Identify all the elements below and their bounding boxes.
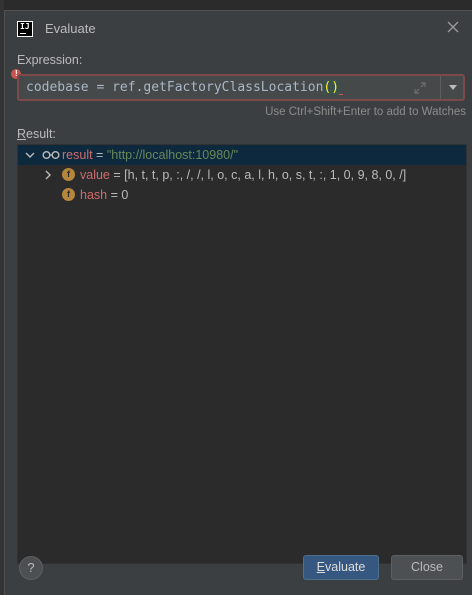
result-name: result xyxy=(62,148,93,162)
value-value: [h, t, t, p, :, /, /, l, o, c, a, l, h, … xyxy=(124,168,407,182)
result-operator: = xyxy=(92,148,107,162)
hash-name: hash xyxy=(80,188,108,202)
result-tree[interactable]: result = "http://localhost:10980/" f val… xyxy=(17,144,467,564)
field-icon: f xyxy=(62,188,75,201)
history-dropdown-icon[interactable] xyxy=(449,85,457,90)
chevron-down-icon[interactable] xyxy=(24,149,36,161)
close-icon[interactable] xyxy=(444,18,462,36)
expression-value: codebase = ref.getFactoryClassLocation xyxy=(26,80,324,95)
dialog-title: Evaluate xyxy=(45,21,96,36)
watches-hint: Use Ctrl+Shift+Enter to add to Watches xyxy=(265,106,466,118)
value-name: value xyxy=(80,168,110,182)
intellij-app-icon: IJ xyxy=(17,21,33,37)
expression-text[interactable]: codebase = ref.getFactoryClassLocation() xyxy=(26,80,344,95)
expression-parens: () xyxy=(323,80,340,95)
result-label: Result: xyxy=(17,127,56,141)
evaluate-mnemonic: E xyxy=(316,560,326,574)
expand-editor-icon[interactable] xyxy=(413,81,427,95)
help-button[interactable]: ? xyxy=(19,556,43,580)
error-underline xyxy=(339,94,344,95)
title-bar: IJ Evaluate xyxy=(5,11,472,45)
hash-value: 0 xyxy=(121,188,129,202)
tree-row-hash[interactable]: f hash = 0 xyxy=(18,185,466,205)
dropdown-separator xyxy=(440,76,441,99)
evaluate-dialog: IJ Evaluate Expression: ! codebase = ref… xyxy=(4,10,472,595)
tree-row-result[interactable]: result = "http://localhost:10980/" xyxy=(18,145,466,165)
value-operator: = xyxy=(109,168,125,182)
expression-input[interactable]: codebase = ref.getFactoryClassLocation() xyxy=(17,74,465,101)
result-label-mnemonic: R xyxy=(17,127,27,141)
chevron-right-icon[interactable] xyxy=(42,169,54,181)
hash-operator: = xyxy=(107,188,122,202)
app-icon-text: IJ xyxy=(20,22,30,31)
field-icon: f xyxy=(62,168,75,181)
result-value: "http://localhost:10980/" xyxy=(106,148,239,162)
watch-glasses-icon xyxy=(42,151,60,159)
expression-label: Expression: xyxy=(17,53,83,67)
result-label-rest: esult: xyxy=(26,127,56,141)
tree-row-value[interactable]: f value = [h, t, t, p, :, /, /, l, o, c,… xyxy=(18,165,466,185)
close-button[interactable]: Close xyxy=(391,555,463,580)
evaluate-button[interactable]: Evaluate xyxy=(303,555,379,580)
evaluate-label-rest: valuate xyxy=(325,560,366,574)
